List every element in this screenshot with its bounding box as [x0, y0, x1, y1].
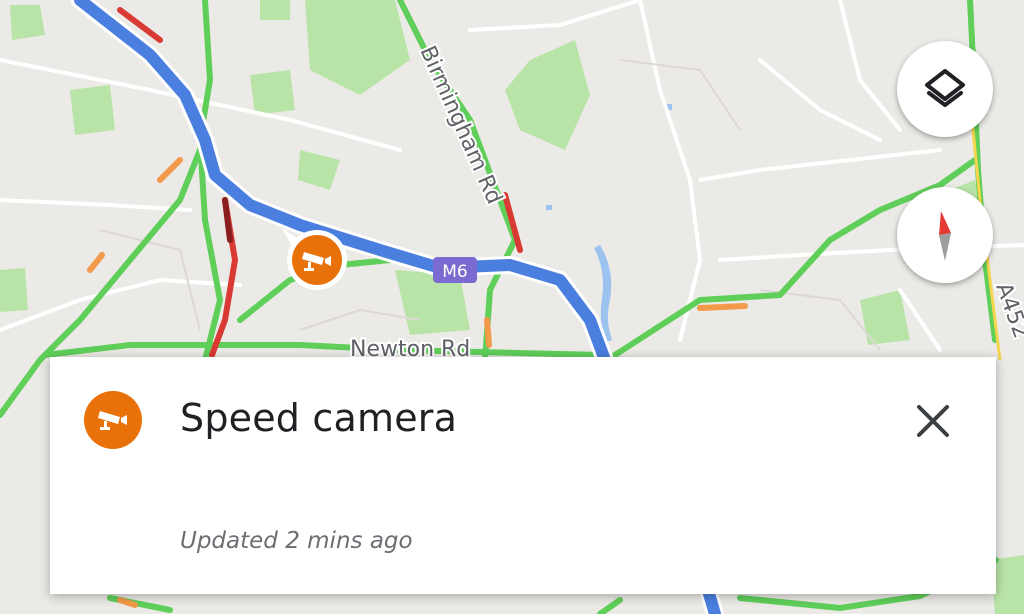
- m6-road-shield: M6: [433, 257, 477, 283]
- layers-button[interactable]: [897, 41, 993, 137]
- compass-button[interactable]: [897, 187, 993, 283]
- speed-camera-info-card: [50, 357, 996, 594]
- card-speed-camera-badge: [84, 391, 142, 449]
- close-button[interactable]: [910, 398, 956, 444]
- svg-text:M6: M6: [442, 262, 467, 282]
- card-updated-time: Updated 2 mins ago: [180, 528, 413, 554]
- layers-icon: [925, 69, 965, 107]
- card-title: Speed camera: [180, 396, 458, 440]
- speed-camera-icon: [98, 411, 127, 430]
- close-icon: [917, 405, 949, 437]
- compass-icon: [939, 211, 951, 261]
